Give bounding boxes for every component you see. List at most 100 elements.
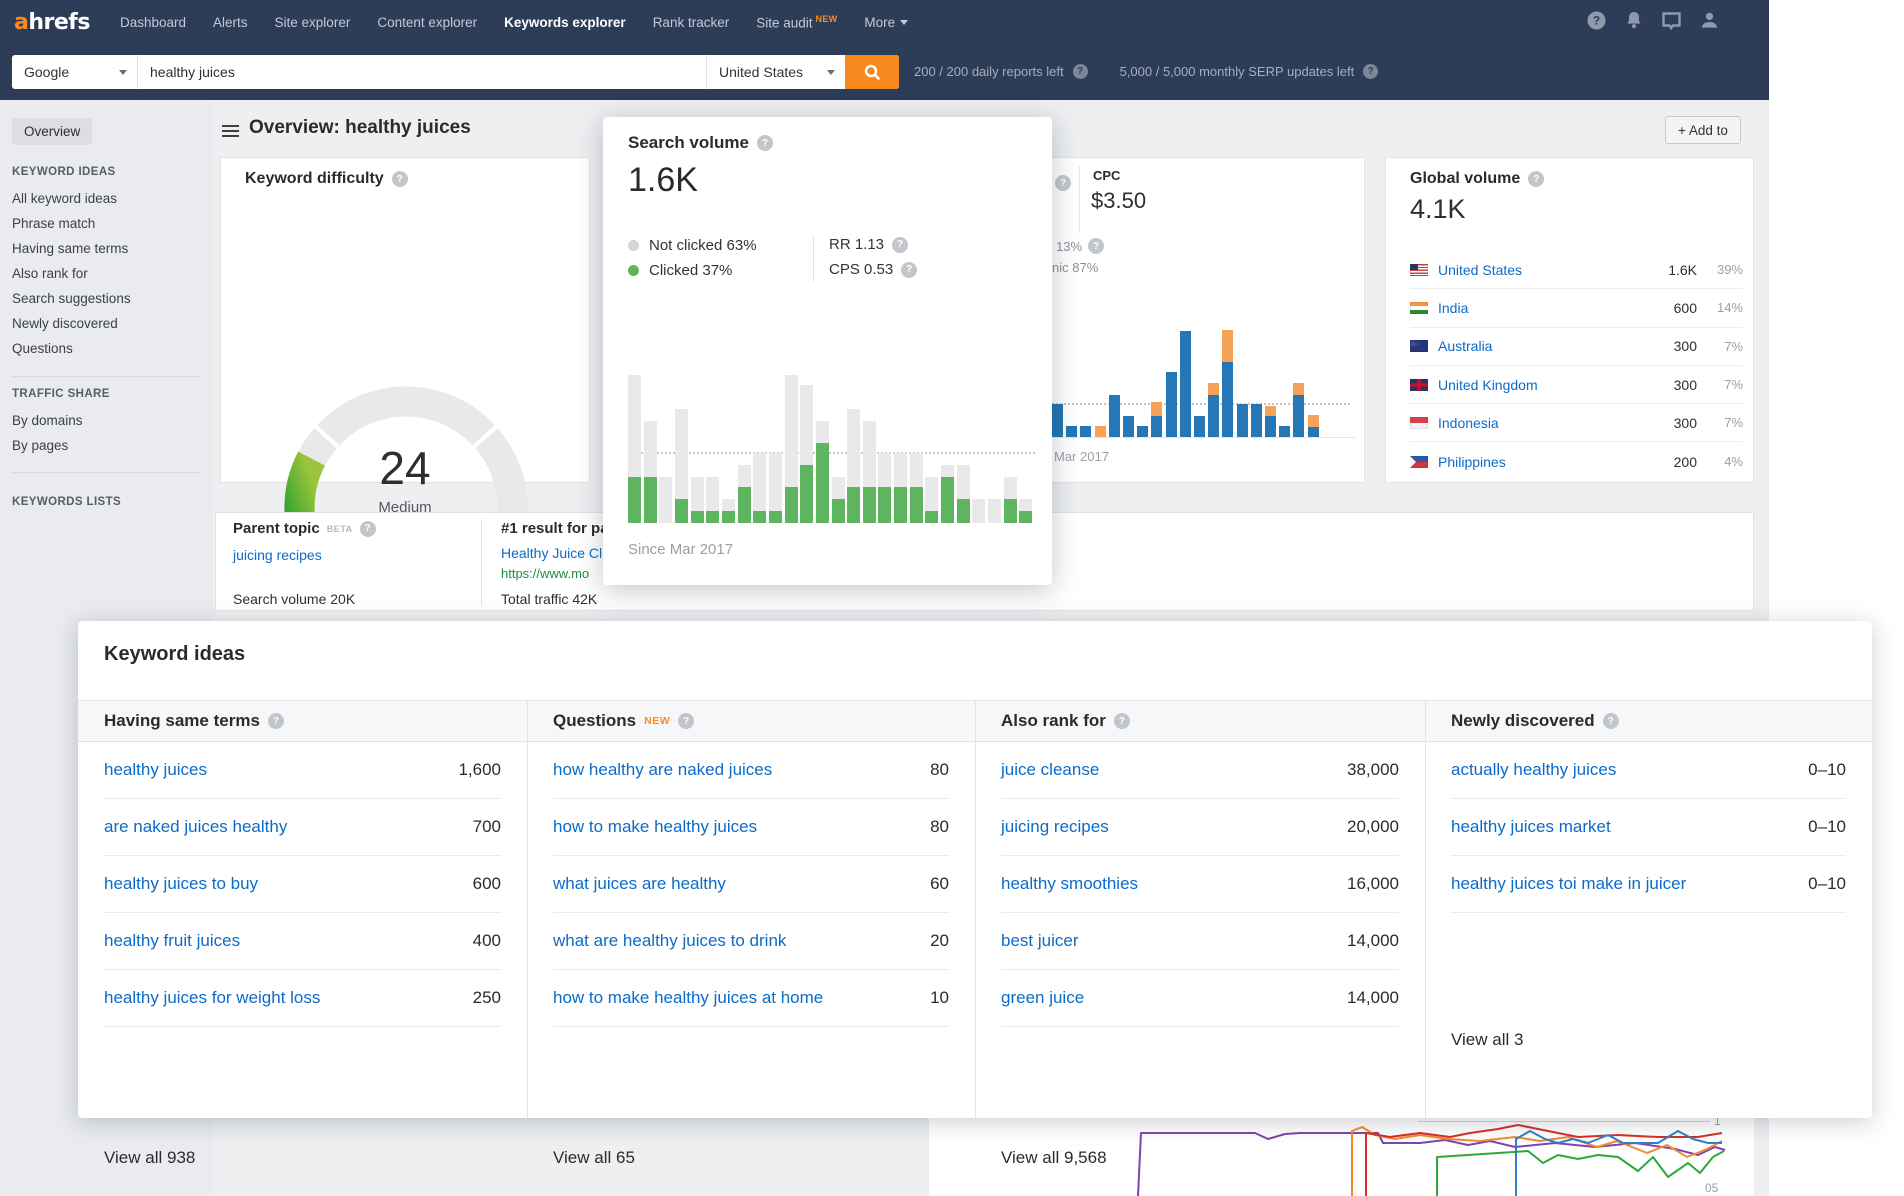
svg-text:?: ? — [1593, 14, 1600, 28]
sidebar-item-by-domains[interactable]: By domains — [12, 413, 83, 428]
keyword-link[interactable]: healthy juices for weight loss — [104, 988, 320, 1008]
notifications-bell-icon[interactable] — [1625, 11, 1643, 30]
keyword-volume: 20,000 — [1347, 817, 1399, 836]
keyword-link[interactable]: what are healthy juices to drink — [553, 931, 786, 951]
sidebar-item-newly-discovered[interactable]: Newly discovered — [12, 316, 118, 331]
keyword-difficulty-card: Keyword difficulty? 24 Medium We estimat… — [220, 157, 590, 601]
country-link[interactable]: Philippines — [1438, 454, 1506, 470]
sidebar-item-all-keyword-ideas[interactable]: All keyword ideas — [12, 191, 117, 206]
keyword-search-input[interactable] — [138, 55, 706, 89]
top-result-link[interactable]: Healthy Juice Cl — [501, 545, 602, 561]
menu-burger-icon[interactable] — [222, 125, 239, 140]
country-link[interactable]: United Kingdom — [1438, 377, 1538, 393]
nav-more[interactable]: More — [864, 15, 909, 30]
view-all-link[interactable]: View all 938 — [104, 1148, 195, 1168]
country-link[interactable]: India — [1438, 300, 1468, 316]
keyword-volume: 38,000 — [1347, 760, 1399, 779]
ahrefs-logo[interactable]: ahrefs — [14, 10, 90, 35]
country-volume: 200 — [1673, 453, 1697, 470]
clicks-bar-chart — [1052, 330, 1350, 437]
help-icon[interactable]: ? — [678, 713, 695, 729]
volume-bar — [690, 477, 704, 523]
keyword-link[interactable]: what juices are healthy — [553, 874, 726, 894]
keyword-row: healthy fruit juices 400 — [104, 913, 501, 970]
country-row: United States 1.6K 39% — [1410, 251, 1743, 290]
country-select[interactable]: United States — [706, 55, 845, 89]
sidebar-item-overview[interactable]: Overview — [12, 118, 93, 145]
keyword-link[interactable]: healthy juices market — [1451, 817, 1611, 837]
nav-dashboard[interactable]: Dashboard — [120, 15, 186, 30]
keyword-link[interactable]: healthy juices to buy — [104, 874, 258, 894]
country-link[interactable]: United States — [1438, 262, 1522, 278]
nav-rank-tracker[interactable]: Rank tracker — [653, 15, 730, 30]
nav-alerts[interactable]: Alerts — [213, 15, 248, 30]
nav-content-explorer[interactable]: Content explorer — [377, 15, 477, 30]
keyword-link[interactable]: how to make healthy juices — [553, 817, 757, 837]
help-icon[interactable]: ? — [892, 236, 909, 253]
keyword-link[interactable]: how healthy are naked juices — [553, 760, 772, 780]
keyword-link[interactable]: how to make healthy juices at home — [553, 988, 823, 1008]
parent-topic-link[interactable]: juicing recipes — [233, 547, 322, 563]
clicks-bar — [1137, 426, 1149, 437]
volume-bar — [706, 477, 720, 523]
keyword-link[interactable]: green juice — [1001, 988, 1084, 1008]
add-to-button[interactable]: + Add to — [1665, 116, 1741, 144]
help-icon[interactable]: ? — [1528, 171, 1545, 187]
help-icon[interactable]: ? — [1113, 713, 1130, 729]
nav-items: Dashboard Alerts Site explorer Content e… — [120, 14, 909, 31]
column-header: Also rank for? — [1001, 710, 1130, 732]
help-icon[interactable]: ? — [391, 171, 408, 187]
search-button[interactable] — [845, 55, 899, 89]
sidebar-item-by-pages[interactable]: By pages — [12, 438, 68, 453]
keyword-link[interactable]: juice cleanse — [1001, 760, 1099, 780]
quota-info: 200 / 200 daily reports left ? 5,000 / 5… — [914, 64, 1379, 79]
view-all-link[interactable]: View all 9,568 — [1001, 1148, 1107, 1168]
country-row: Indonesia 300 7% — [1410, 404, 1743, 443]
feedback-icon[interactable] — [1662, 11, 1681, 30]
view-all-link[interactable]: View all 3 — [1451, 1030, 1523, 1050]
keyword-volume: 14,000 — [1347, 931, 1399, 950]
nav-site-explorer[interactable]: Site explorer — [275, 15, 351, 30]
view-all-link[interactable]: View all 65 — [553, 1148, 635, 1168]
help-icon[interactable]: ? — [756, 135, 773, 151]
help-icon[interactable]: ? — [1363, 64, 1379, 79]
keyword-link[interactable]: healthy juices toi make in juicer — [1451, 874, 1686, 894]
search-engine-select[interactable]: Google — [12, 55, 138, 89]
sidebar-item-questions[interactable]: Questions — [12, 341, 73, 356]
keyword-row: healthy juices market 0–10 — [1451, 799, 1846, 856]
keyword-link[interactable]: juicing recipes — [1001, 817, 1109, 837]
help-icon[interactable]: ? — [267, 713, 284, 729]
clicks-bar — [1052, 404, 1063, 437]
sidebar-divider — [12, 376, 200, 377]
chart-baseline — [1052, 437, 1355, 438]
sidebar-item-search-suggestions[interactable]: Search suggestions — [12, 291, 131, 306]
volume-bar — [831, 477, 845, 523]
help-icon[interactable]: ? — [901, 261, 918, 278]
keyword-row: healthy smoothies 16,000 — [1001, 856, 1399, 913]
country-link[interactable]: Australia — [1438, 338, 1492, 354]
help-icon[interactable]: ? — [1602, 713, 1619, 729]
nav-site-audit[interactable]: Site audit NEW — [756, 14, 837, 31]
account-icon[interactable] — [1700, 11, 1719, 30]
keyword-link[interactable]: healthy smoothies — [1001, 874, 1138, 894]
help-icon[interactable]: ? — [1587, 11, 1606, 30]
volume-bar — [925, 477, 939, 523]
sidebar-item-also-rank-for[interactable]: Also rank for — [12, 266, 88, 281]
help-icon[interactable]: ? — [1088, 238, 1105, 254]
keyword-link[interactable]: are naked juices healthy — [104, 817, 287, 837]
keyword-link[interactable]: healthy fruit juices — [104, 931, 240, 951]
sidebar-item-phrase-match[interactable]: Phrase match — [12, 216, 95, 231]
nav-keywords-explorer[interactable]: Keywords explorer — [504, 15, 626, 30]
keyword-link[interactable]: actually healthy juices — [1451, 760, 1616, 780]
indonesia-flag-icon — [1410, 416, 1428, 429]
keyword-link[interactable]: healthy juices — [104, 760, 207, 780]
help-icon[interactable]: ? — [1055, 175, 1071, 191]
top-result-url[interactable]: https://www.mo — [501, 566, 589, 581]
clicks-bar — [1080, 426, 1092, 437]
keyword-link[interactable]: best juicer — [1001, 931, 1078, 951]
volume-bar — [800, 385, 814, 523]
country-link[interactable]: Indonesia — [1438, 415, 1499, 431]
help-icon[interactable]: ? — [1072, 64, 1088, 79]
help-icon[interactable]: ? — [359, 520, 376, 537]
sidebar-item-having-same-terms[interactable]: Having same terms — [12, 241, 128, 256]
